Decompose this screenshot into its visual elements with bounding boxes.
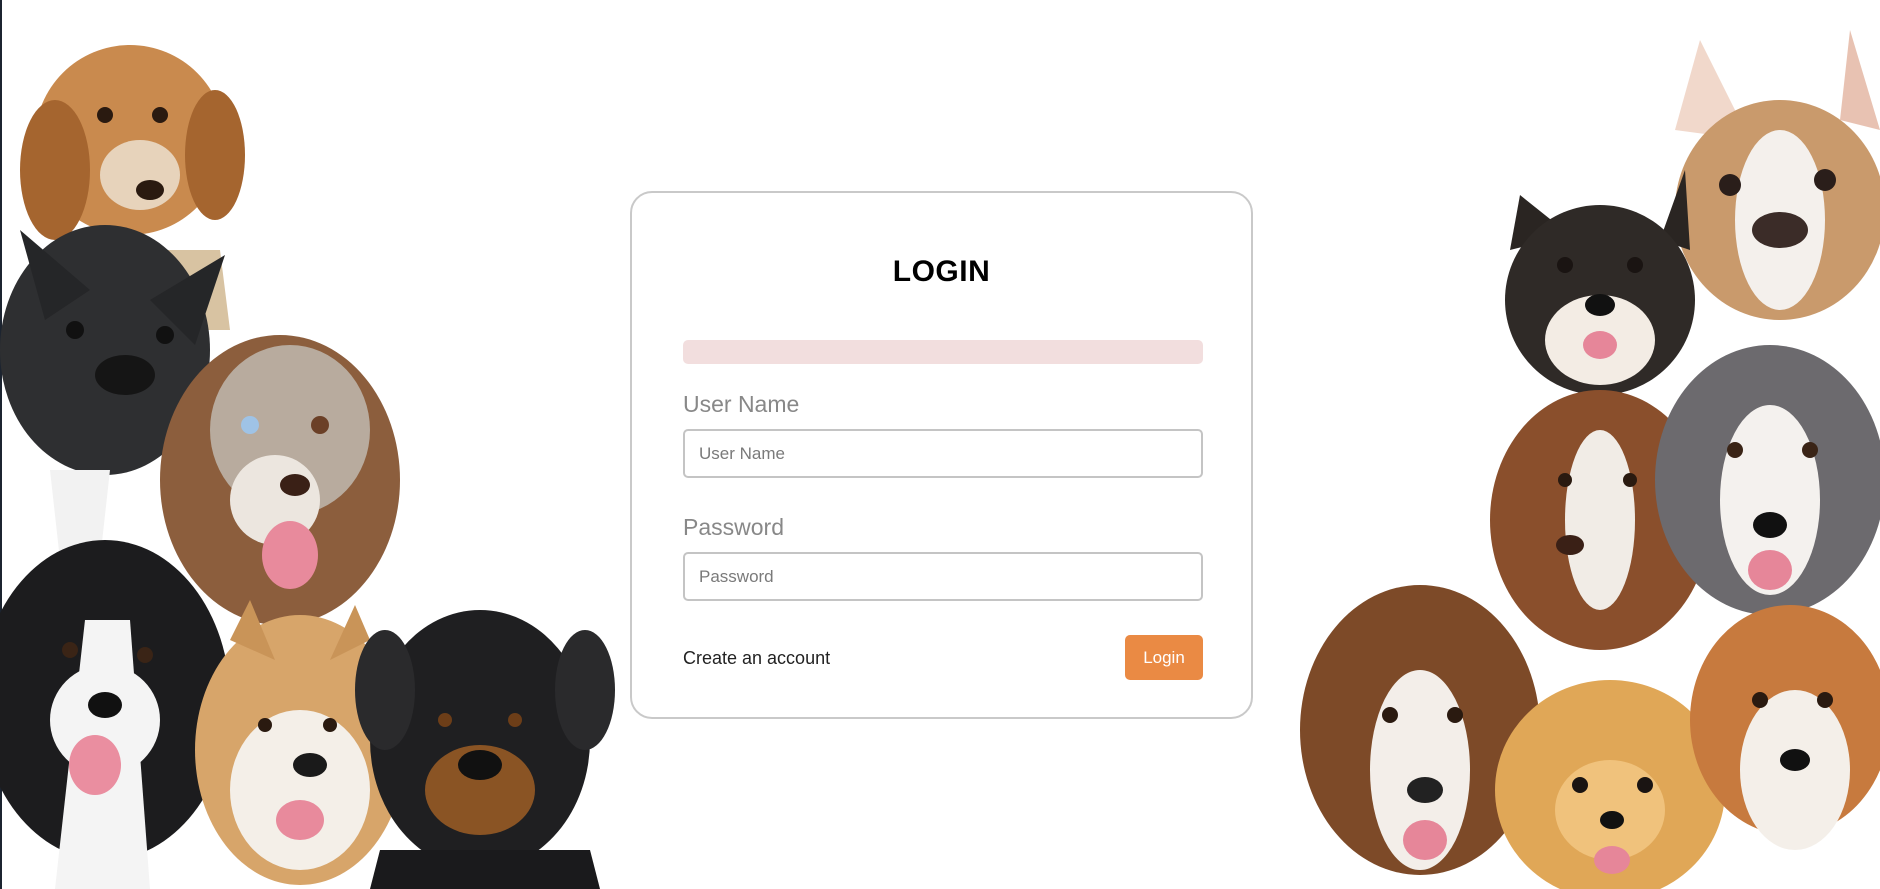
dog-shiba (1505, 170, 1695, 395)
username-input[interactable] (683, 429, 1203, 478)
username-label: User Name (683, 391, 800, 417)
dog-french-bulldog (1675, 30, 1880, 320)
password-label: Password (683, 514, 784, 540)
login-title: LOGIN (892, 255, 991, 288)
dog-aussie-merle (160, 335, 400, 625)
alert-bar (683, 340, 1203, 364)
login-button[interactable]: Login (1125, 635, 1203, 680)
dogs-image-right (1300, 30, 1880, 889)
dogs-image-left (0, 45, 615, 889)
password-input[interactable] (683, 552, 1203, 601)
create-account-link[interactable]: Create an account (683, 648, 830, 669)
dog-border-collie (0, 540, 230, 889)
login-card: LOGIN User Name Password Create an accou… (630, 191, 1253, 719)
dog-aussie-merle-right (1655, 345, 1880, 615)
dog-rottweiler (355, 610, 615, 889)
